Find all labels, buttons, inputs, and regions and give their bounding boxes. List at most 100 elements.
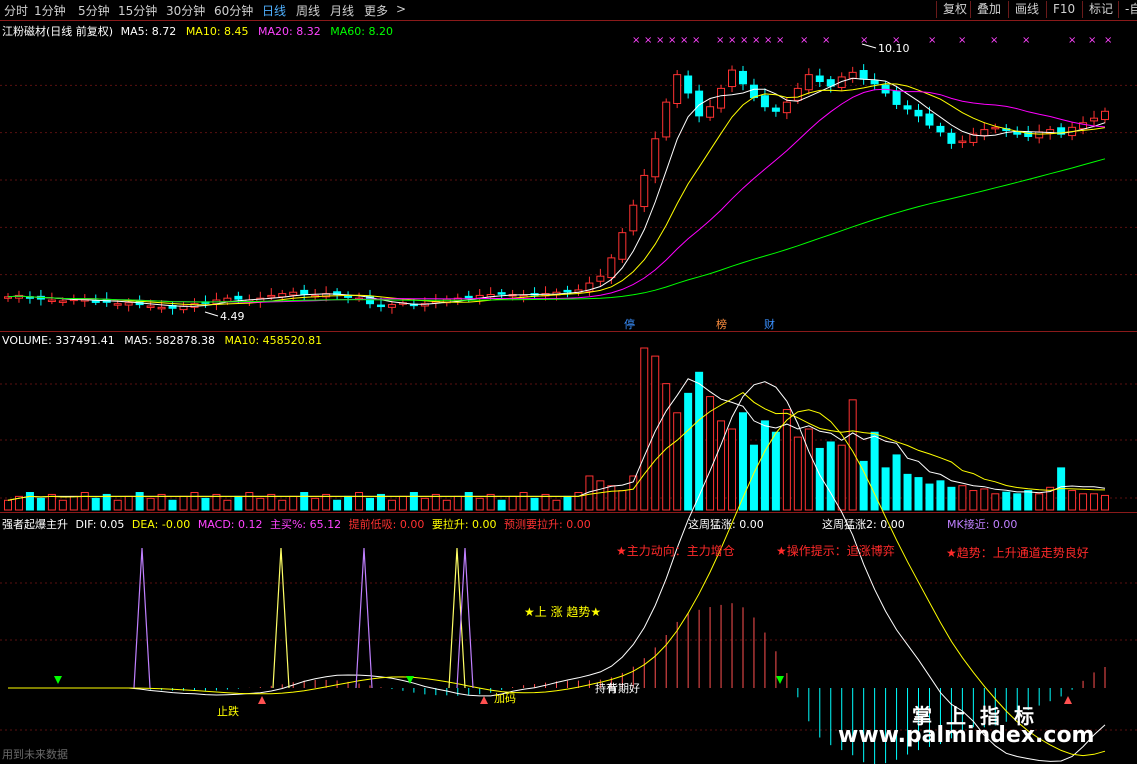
down-arrow-icon [776, 676, 784, 684]
candle-up [728, 69, 737, 88]
candle-up [1035, 131, 1044, 139]
candle-up [848, 71, 857, 79]
candle-up [607, 257, 616, 279]
volume-bar-down [760, 420, 769, 511]
volume-bar-up [1035, 493, 1044, 511]
candle-up [782, 101, 791, 114]
signal-spike-3 [448, 547, 466, 689]
volume-bar-down [925, 483, 934, 511]
candle-down [464, 295, 473, 299]
signal-x-marker: × [728, 35, 736, 46]
volume-bar-up [980, 488, 989, 511]
volume-bar-down [530, 497, 539, 511]
signal-x-marker: × [692, 35, 700, 46]
volume-bar-up [475, 497, 484, 511]
candle-up [706, 106, 715, 118]
candle-up [980, 129, 989, 137]
volume-bar-down [25, 492, 34, 511]
candle-up [804, 74, 813, 91]
tag-good: 背期好 [607, 682, 640, 695]
candle-down [376, 304, 385, 308]
candle-down [563, 289, 572, 293]
up-arrow-icon [1064, 696, 1072, 704]
volume-bar-up [1068, 490, 1077, 511]
candle-down [684, 75, 693, 94]
candle-up [640, 174, 649, 208]
volume-bar-up [256, 497, 265, 511]
volume-bar-down [563, 495, 572, 511]
volume-bar-up [1101, 494, 1109, 511]
candle-down [903, 105, 912, 110]
volume-bar-down [947, 486, 956, 511]
watermark-url: www.palmindex.com [838, 723, 1095, 748]
candle-down [497, 292, 506, 295]
volume-bar-down [135, 492, 144, 511]
low-price-label: 4.49 [220, 310, 245, 323]
tag-add-position: 加码 [494, 692, 516, 705]
volume-bar-down [1024, 490, 1033, 511]
chart-canvas: 10.104.49× × × × × × × × × × × × × × × × × × × × × × ×停榜财 [0, 35, 1137, 764]
annotation-uptrend: ★上 涨 趋势★ [524, 605, 602, 619]
up-arrow-icon [480, 696, 488, 704]
ma5-line [7, 77, 1106, 307]
volume-bar-up [420, 497, 429, 511]
volume-bar-up [387, 499, 396, 511]
volume-bar-up [651, 355, 660, 511]
volume-bar-down [1002, 491, 1011, 511]
candle-up [629, 204, 638, 232]
annotation-main-force: ★主力动向：主力增仓 [616, 544, 735, 558]
candle-down [738, 70, 747, 85]
candle-up [662, 101, 671, 138]
candle-up [717, 87, 726, 109]
signal-x-marker: × [752, 35, 760, 46]
volume-bar-down [738, 412, 747, 511]
event-marker-1: 榜 [716, 317, 727, 331]
signal-x-marker: × [668, 35, 676, 46]
candle-down [234, 295, 243, 300]
event-marker-0: 停 [624, 317, 635, 331]
volume-bar-up [355, 492, 364, 511]
candle-up [387, 304, 396, 308]
volume-bar-down [36, 497, 45, 511]
volume-bar-down [409, 492, 418, 511]
volume-bar-up [398, 495, 407, 511]
volume-bar-up [124, 495, 133, 511]
candle-up [47, 299, 56, 303]
candle-up [673, 74, 682, 105]
volume-bar-down [344, 495, 353, 511]
volume-bar-up [793, 436, 802, 511]
tag-stop-fall: 止跌 [217, 705, 239, 718]
volume-bar-up [289, 495, 298, 511]
candle-down [870, 80, 879, 85]
volume-bar-up [618, 490, 627, 511]
signal-x-marker: × [928, 35, 936, 46]
volume-bar-up [4, 499, 12, 511]
candle-up [223, 297, 232, 302]
volume-bar-down [684, 392, 693, 511]
candle-down [749, 84, 758, 99]
candle-down [936, 125, 945, 133]
volume-bar-up [958, 485, 967, 511]
volume-bar-down [168, 499, 177, 511]
signal-x-marker: × [822, 35, 830, 46]
volume-bar-up [673, 412, 682, 511]
candle-up [991, 126, 1000, 130]
event-marker-2: 财 [764, 317, 775, 331]
volume-bar-up [223, 499, 232, 511]
volume-bar-down [1013, 493, 1022, 511]
volume-bar-up [837, 444, 846, 511]
volume-bar-up [179, 495, 188, 511]
candle-down [892, 90, 901, 105]
signal-x-marker: × [800, 35, 808, 46]
volume-bar-down [859, 460, 868, 511]
candle-up [113, 303, 122, 306]
signal-x-marker: × [776, 35, 784, 46]
signal-x-marker: × [1022, 35, 1030, 46]
signal-spike-0 [133, 547, 151, 689]
volume-bar-up [607, 485, 616, 511]
candle-down [925, 113, 934, 126]
volume-bar-up [58, 499, 67, 511]
candle-up [651, 138, 660, 178]
candle-up [157, 306, 166, 310]
candle-down [859, 70, 868, 80]
